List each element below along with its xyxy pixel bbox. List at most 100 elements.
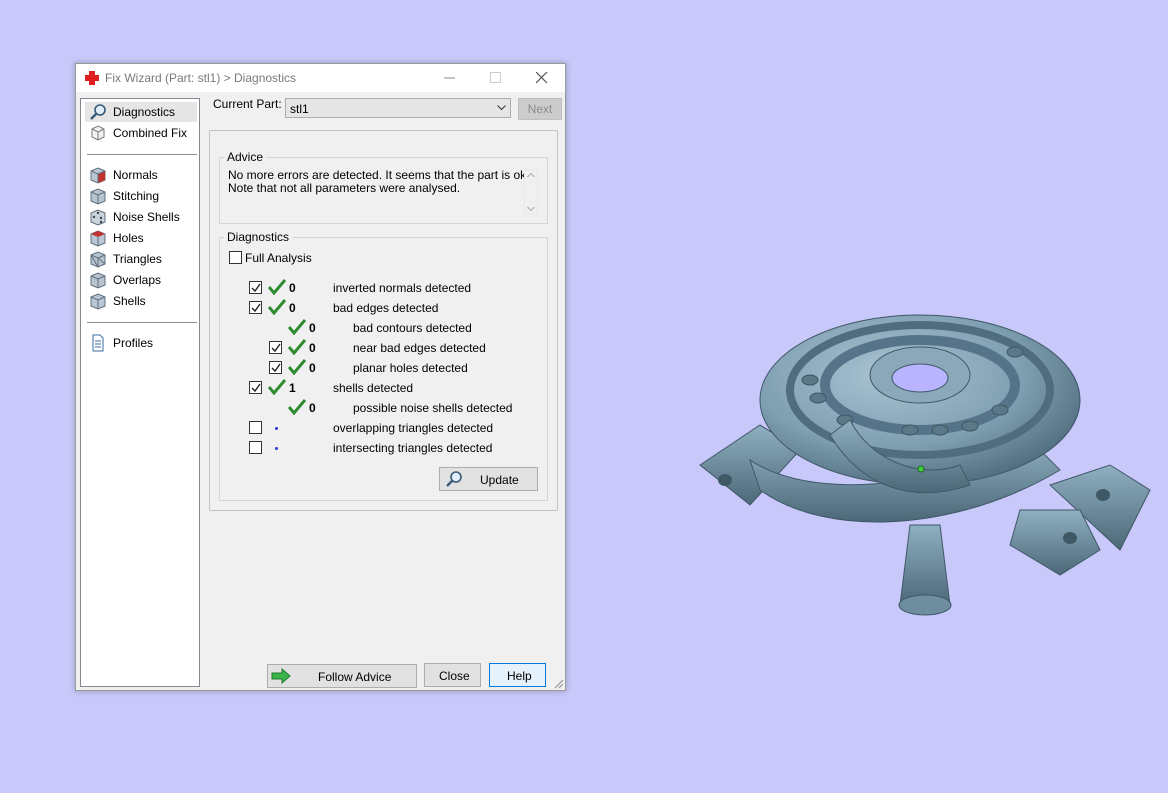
nav-label: Shells xyxy=(113,294,146,308)
red-cross-icon xyxy=(85,71,99,85)
close-window-button[interactable] xyxy=(519,64,565,92)
near-bad-edges-checkbox[interactable] xyxy=(269,341,282,354)
chevron-down-icon xyxy=(497,105,506,111)
current-part-label: Current Part: xyxy=(213,97,282,111)
title-bar[interactable]: Fix Wizard (Part: stl1) > Diagnostics xyxy=(76,64,565,92)
nav-item-normals[interactable]: Normals xyxy=(85,165,197,185)
nav-label: Combined Fix xyxy=(113,126,188,140)
nav-label: Profiles xyxy=(113,336,154,350)
update-label: Update xyxy=(480,473,519,487)
checkmark-icon xyxy=(251,283,261,293)
full-analysis-label: Full Analysis xyxy=(245,251,312,265)
holes-cube-icon xyxy=(90,230,106,247)
cube-icon xyxy=(91,125,105,141)
green-check-icon xyxy=(288,319,306,335)
noise-shells-label: possible noise shells detected xyxy=(353,401,513,415)
magnifier-icon xyxy=(446,471,462,487)
nav-divider xyxy=(87,154,197,155)
advice-text: No more errors are detected. It seems th… xyxy=(228,169,540,217)
checkmark-icon xyxy=(271,343,281,353)
not-analysed-dot-icon xyxy=(275,447,278,450)
stitching-cube-icon xyxy=(90,188,106,205)
next-button[interactable]: Next xyxy=(518,98,562,120)
current-part-value: stl1 xyxy=(290,102,309,116)
advice-legend: Advice xyxy=(227,150,264,164)
inverted-normals-checkbox[interactable] xyxy=(249,281,262,294)
checkmark-icon xyxy=(251,303,261,313)
bad-contours-label: bad contours detected xyxy=(353,321,472,335)
noise-shells-cube-icon xyxy=(90,209,106,226)
bad-edges-checkbox[interactable] xyxy=(249,301,262,314)
magnifier-icon xyxy=(90,104,106,120)
document-icon xyxy=(92,334,104,352)
nav-item-profiles[interactable]: Profiles xyxy=(85,333,197,353)
nav-label: Stitching xyxy=(113,189,160,203)
shells-label: shells detected xyxy=(333,381,414,395)
follow-advice-label: Follow Advice xyxy=(318,670,392,684)
help-button[interactable]: Help xyxy=(489,663,546,687)
green-check-icon xyxy=(288,399,306,415)
inverted-normals-label: inverted normals detected xyxy=(333,281,472,295)
close-label: Close xyxy=(439,669,470,683)
nav-item-holes[interactable]: Holes xyxy=(85,228,197,248)
nav-item-shells[interactable]: Shells xyxy=(85,291,197,311)
help-label: Help xyxy=(507,669,532,683)
advice-scrollbar[interactable] xyxy=(523,168,539,216)
checkmark-icon xyxy=(271,363,281,373)
minimize-icon xyxy=(444,77,455,79)
resize-grip-icon[interactable] xyxy=(554,679,564,689)
green-check-icon xyxy=(268,379,286,395)
nav-divider xyxy=(87,322,197,323)
diagnostics-legend: Diagnostics xyxy=(227,230,290,244)
full-analysis-checkbox[interactable] xyxy=(229,251,242,264)
wizard-nav-list: Diagnostics Combined Fix Normals Stitchi… xyxy=(80,98,200,687)
fix-wizard-window: Fix Wizard (Part: stl1) > Diagnostics Di… xyxy=(75,63,566,691)
nav-label: Diagnostics xyxy=(113,105,176,119)
nav-label: Overlaps xyxy=(113,273,162,287)
nav-item-noise-shells[interactable]: Noise Shells xyxy=(85,207,197,227)
nav-label: Noise Shells xyxy=(113,210,180,224)
green-check-icon xyxy=(268,279,286,295)
near-bad-edges-label: near bad edges detected xyxy=(353,341,486,355)
shells-count: 1 xyxy=(289,381,296,395)
overlapping-triangles-checkbox[interactable] xyxy=(249,421,262,434)
shells-cube-icon xyxy=(90,293,106,310)
noise-shells-count: 0 xyxy=(309,401,316,415)
nav-label: Triangles xyxy=(113,252,162,266)
minimize-button[interactable] xyxy=(427,64,473,92)
nav-item-combined-fix[interactable]: Combined Fix xyxy=(85,123,197,143)
update-button[interactable]: Update xyxy=(439,467,538,491)
nav-item-stitching[interactable]: Stitching xyxy=(85,186,197,206)
bad-edges-count: 0 xyxy=(289,301,296,315)
advice-line-2: Note that not all parameters were analys… xyxy=(228,181,461,195)
green-check-icon xyxy=(288,359,306,375)
window-title: Fix Wizard (Part: stl1) > Diagnostics xyxy=(105,71,297,85)
nav-item-overlaps[interactable]: Overlaps xyxy=(85,270,197,290)
maximize-icon xyxy=(490,72,501,83)
planar-holes-label: planar holes detected xyxy=(353,361,468,375)
green-check-icon xyxy=(288,339,306,355)
nav-label: Holes xyxy=(113,231,144,245)
bad-edges-label: bad edges detected xyxy=(333,301,439,315)
bad-contours-count: 0 xyxy=(309,321,316,335)
not-analysed-dot-icon xyxy=(275,427,278,430)
nav-item-triangles[interactable]: Triangles xyxy=(85,249,197,269)
normals-cube-icon xyxy=(90,167,106,184)
maximize-button[interactable] xyxy=(473,64,519,92)
nav-label: Normals xyxy=(113,168,158,182)
close-button[interactable]: Close xyxy=(424,663,481,687)
scroll-arrows-icon xyxy=(523,168,539,216)
intersecting-triangles-checkbox[interactable] xyxy=(249,441,262,454)
intersecting-triangles-label: intersecting triangles detected xyxy=(333,441,493,455)
green-arrow-icon xyxy=(271,668,291,684)
current-part-select[interactable]: stl1 xyxy=(285,98,511,118)
checkmark-icon xyxy=(251,383,261,393)
follow-advice-button[interactable]: Follow Advice xyxy=(267,664,417,688)
green-check-icon xyxy=(268,299,286,315)
3d-part-model[interactable] xyxy=(690,290,1160,630)
near-bad-edges-count: 0 xyxy=(309,341,316,355)
nav-item-diagnostics[interactable]: Diagnostics xyxy=(85,102,197,122)
shells-checkbox[interactable] xyxy=(249,381,262,394)
inverted-normals-count: 0 xyxy=(289,281,296,295)
planar-holes-checkbox[interactable] xyxy=(269,361,282,374)
